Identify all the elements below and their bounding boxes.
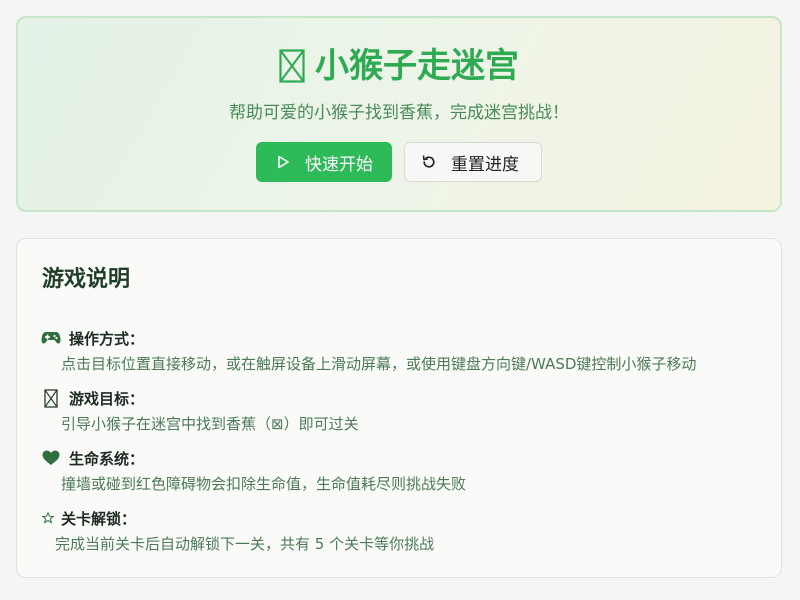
- rule-label: 生命系统：: [69, 449, 145, 468]
- header-banner: 小猴子走迷宫 帮助可爱的小猴子找到香蕉，完成迷宫挑战！ 快速开始 重置进度: [16, 16, 782, 212]
- rule-lives: 生命系统： 撞墙或碰到红色障碍物会扣除生命值，生命值耗尽则挑战失败: [41, 447, 761, 495]
- rule-text: 引导小猴子在迷宫中找到香蕉（⊠）即可过关: [61, 415, 359, 433]
- quick-start-label: 快速开始: [305, 154, 373, 175]
- missing-glyph-icon: [41, 388, 61, 408]
- reset-progress-label: 重置进度: [451, 154, 519, 175]
- rule-label: 游戏目标：: [69, 389, 145, 408]
- gamepad-icon: [41, 328, 61, 348]
- rule-label: 操作方式：: [69, 329, 145, 348]
- page-title: 小猴子走迷宫: [18, 44, 780, 88]
- rule-text: 撞墙或碰到红色障碍物会扣除生命值，生命值耗尽则挑战失败: [61, 475, 467, 493]
- rule-text: 完成当前关卡后自动解锁下一关，共有 5 个关卡等你挑战: [55, 535, 435, 553]
- missing-glyph-icon: [279, 49, 305, 83]
- play-icon: [275, 154, 291, 170]
- heart-icon: [41, 448, 61, 468]
- rule-label: 关卡解锁：: [61, 509, 137, 528]
- rule-goal: 游戏目标： 引导小猴子在迷宫中找到香蕉（⊠）即可过关: [41, 387, 761, 435]
- star-icon: [41, 508, 55, 528]
- page-title-text: 小猴子走迷宫: [315, 46, 519, 86]
- rule-controls: 操作方式： 点击目标位置直接移动，或在触屏设备上滑动屏幕，或使用键盘方向键/WA…: [41, 327, 761, 375]
- instructions-title: 游戏说明: [42, 267, 131, 292]
- quick-start-button[interactable]: 快速开始: [256, 142, 392, 182]
- refresh-icon: [421, 154, 437, 170]
- reset-progress-button[interactable]: 重置进度: [404, 142, 542, 182]
- rule-text: 点击目标位置直接移动，或在触屏设备上滑动屏幕，或使用键盘方向键/WASD键控制小…: [61, 355, 697, 373]
- rule-unlock: 关卡解锁： 完成当前关卡后自动解锁下一关，共有 5 个关卡等你挑战: [41, 507, 761, 555]
- instructions-card: 游戏说明 操作方式： 点击目标位置直接移动，或在触屏设备上滑动屏幕，或使用键盘方…: [16, 238, 782, 578]
- header-actions: 快速开始 重置进度: [18, 142, 780, 182]
- page-subtitle: 帮助可爱的小猴子找到香蕉，完成迷宫挑战！: [229, 103, 569, 123]
- page: 小猴子走迷宫 帮助可爱的小猴子找到香蕉，完成迷宫挑战！ 快速开始 重置进度 游戏…: [0, 0, 800, 600]
